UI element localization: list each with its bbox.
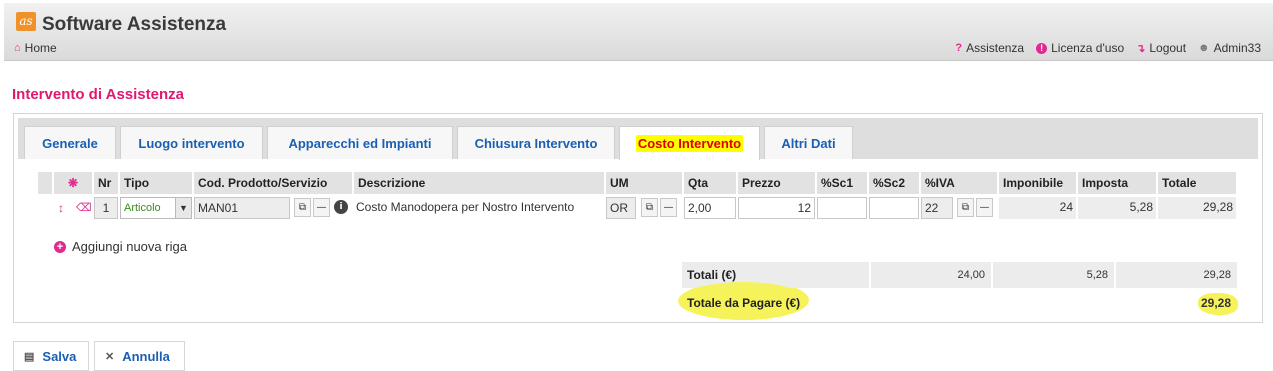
- save-button[interactable]: ▤ Salva: [13, 341, 89, 371]
- tab-generale-label: Generale: [42, 135, 98, 151]
- menu-assistenza[interactable]: ? Assistenza: [955, 41, 1024, 55]
- save-icon: ▤: [24, 350, 35, 363]
- iva-field[interactable]: 22: [921, 197, 953, 219]
- page-title: Intervento di Assistenza: [12, 86, 184, 103]
- header-codice: Cod. Prodotto/Servizio: [194, 172, 352, 194]
- totali-imposta: 5,28: [993, 262, 1114, 288]
- pay-label: Totale da Pagare (€): [687, 296, 801, 310]
- clear-icon[interactable]: —: [313, 198, 330, 217]
- tab-luogo-intervento[interactable]: Luogo intervento: [120, 126, 263, 159]
- sc1-field[interactable]: [817, 197, 867, 219]
- header-sc1: %Sc1: [817, 172, 867, 194]
- menu-logout-label: Logout: [1149, 41, 1187, 55]
- gear-icon[interactable]: ❋: [54, 172, 92, 194]
- qta-field[interactable]: 2,00: [684, 197, 736, 219]
- codice-field[interactable]: MAN01: [194, 197, 290, 219]
- tab-costo-label: Costo Intervento: [635, 135, 744, 152]
- save-label: Salva: [42, 348, 77, 364]
- pay-value: 29,28: [1200, 296, 1231, 310]
- add-row-link[interactable]: + Aggiungi nuova riga: [54, 239, 187, 254]
- header-tipo: Tipo: [120, 172, 192, 194]
- tab-altri-dati[interactable]: Altri Dati: [764, 126, 853, 159]
- iva-lookup-icon[interactable]: ⧉: [957, 198, 974, 217]
- header-nr: Nr: [94, 172, 118, 194]
- chevron-down-icon: ▼: [175, 198, 191, 218]
- menu-logout[interactable]: ↴ Logout: [1136, 41, 1186, 55]
- tab-generale[interactable]: Generale: [24, 126, 116, 159]
- info-icon[interactable]: i: [334, 200, 348, 214]
- logout-icon: ↴: [1136, 42, 1146, 55]
- sc2-field[interactable]: [869, 197, 919, 219]
- cancel-label: Annulla: [122, 348, 170, 364]
- menu-licenza-label: Licenza d'uso: [1051, 41, 1125, 55]
- table-row: ↕ ⌫: [54, 196, 92, 220]
- home-label: Home: [24, 41, 57, 55]
- header-imposta: Imposta: [1078, 172, 1156, 194]
- tab-costo-intervento[interactable]: Costo Intervento: [619, 126, 760, 160]
- totali-totale: 29,28: [1116, 262, 1237, 288]
- add-icon: +: [54, 240, 66, 253]
- question-icon: ?: [955, 42, 963, 54]
- app-title: Software Assistenza: [42, 14, 227, 35]
- home-icon: ⌂: [14, 42, 21, 54]
- tab-altri-label: Altri Dati: [781, 135, 836, 151]
- tab-apparecchi[interactable]: Apparecchi ed Impianti: [267, 126, 453, 159]
- app-logo[interactable]: as: [16, 12, 36, 31]
- menu-assistenza-label: Assistenza: [966, 41, 1025, 55]
- add-row-label: Aggiungi nuova riga: [72, 239, 187, 254]
- header-sc2: %Sc2: [869, 172, 919, 194]
- header-qta: Qta: [684, 172, 736, 194]
- tab-chiusura[interactable]: Chiusura Intervento: [457, 126, 615, 159]
- totale-value: 29,28: [1158, 197, 1236, 219]
- tab-bar: Generale Luogo intervento Apparecchi ed …: [18, 118, 1258, 160]
- header-um: UM: [606, 172, 682, 194]
- um-lookup-icon[interactable]: ⧉: [641, 198, 658, 217]
- header-descrizione: Descrizione: [354, 172, 604, 194]
- tipo-select-value: Articolo: [124, 202, 161, 214]
- header-totale: Totale: [1158, 172, 1236, 194]
- tab-luogo-label: Luogo intervento: [138, 135, 245, 151]
- tab-apparecchi-label: Apparecchi ed Impianti: [288, 135, 432, 151]
- header-drag: [38, 172, 52, 194]
- home-link[interactable]: ⌂ Home: [14, 41, 57, 55]
- move-icon[interactable]: ↕: [58, 196, 64, 220]
- cancel-button[interactable]: ✕ Annulla: [94, 341, 185, 371]
- um-field[interactable]: OR: [606, 197, 636, 219]
- imposta-value: 5,28: [1078, 197, 1156, 219]
- header-iva: %IVA: [921, 172, 997, 194]
- info-icon: !: [1036, 42, 1048, 54]
- header-imponibile: Imponibile: [999, 172, 1076, 194]
- menu-user-label: Admin33: [1213, 41, 1261, 55]
- app-header: as Software Assistenza ⌂ Home ? Assisten…: [4, 3, 1273, 61]
- top-menu: ? Assistenza ! Licenza d'uso ↴ Logout ☻ …: [955, 41, 1261, 55]
- totali-imponibile: 24,00: [871, 262, 991, 288]
- intervento-panel: Generale Luogo intervento Apparecchi ed …: [13, 113, 1263, 323]
- lookup-icon[interactable]: ⧉: [294, 198, 311, 217]
- prezzo-field[interactable]: 12: [738, 197, 815, 219]
- user-icon: ☻: [1198, 42, 1210, 54]
- delete-icon[interactable]: ⌫: [76, 196, 92, 220]
- tipo-select[interactable]: Articolo ▼: [120, 197, 192, 219]
- um-clear-icon[interactable]: —: [660, 198, 677, 217]
- menu-user[interactable]: ☻ Admin33: [1198, 41, 1261, 55]
- imponibile-value: 24: [999, 197, 1076, 219]
- row-nr: 1: [94, 197, 118, 219]
- iva-clear-icon[interactable]: —: [976, 198, 993, 217]
- tab-chiusura-label: Chiusura Intervento: [474, 135, 598, 151]
- header-prezzo: Prezzo: [738, 172, 815, 194]
- close-icon: ✕: [105, 350, 115, 363]
- menu-licenza[interactable]: ! Licenza d'uso: [1036, 41, 1124, 55]
- descrizione-field[interactable]: Costo Manodopera per Nostro Intervento: [354, 197, 604, 219]
